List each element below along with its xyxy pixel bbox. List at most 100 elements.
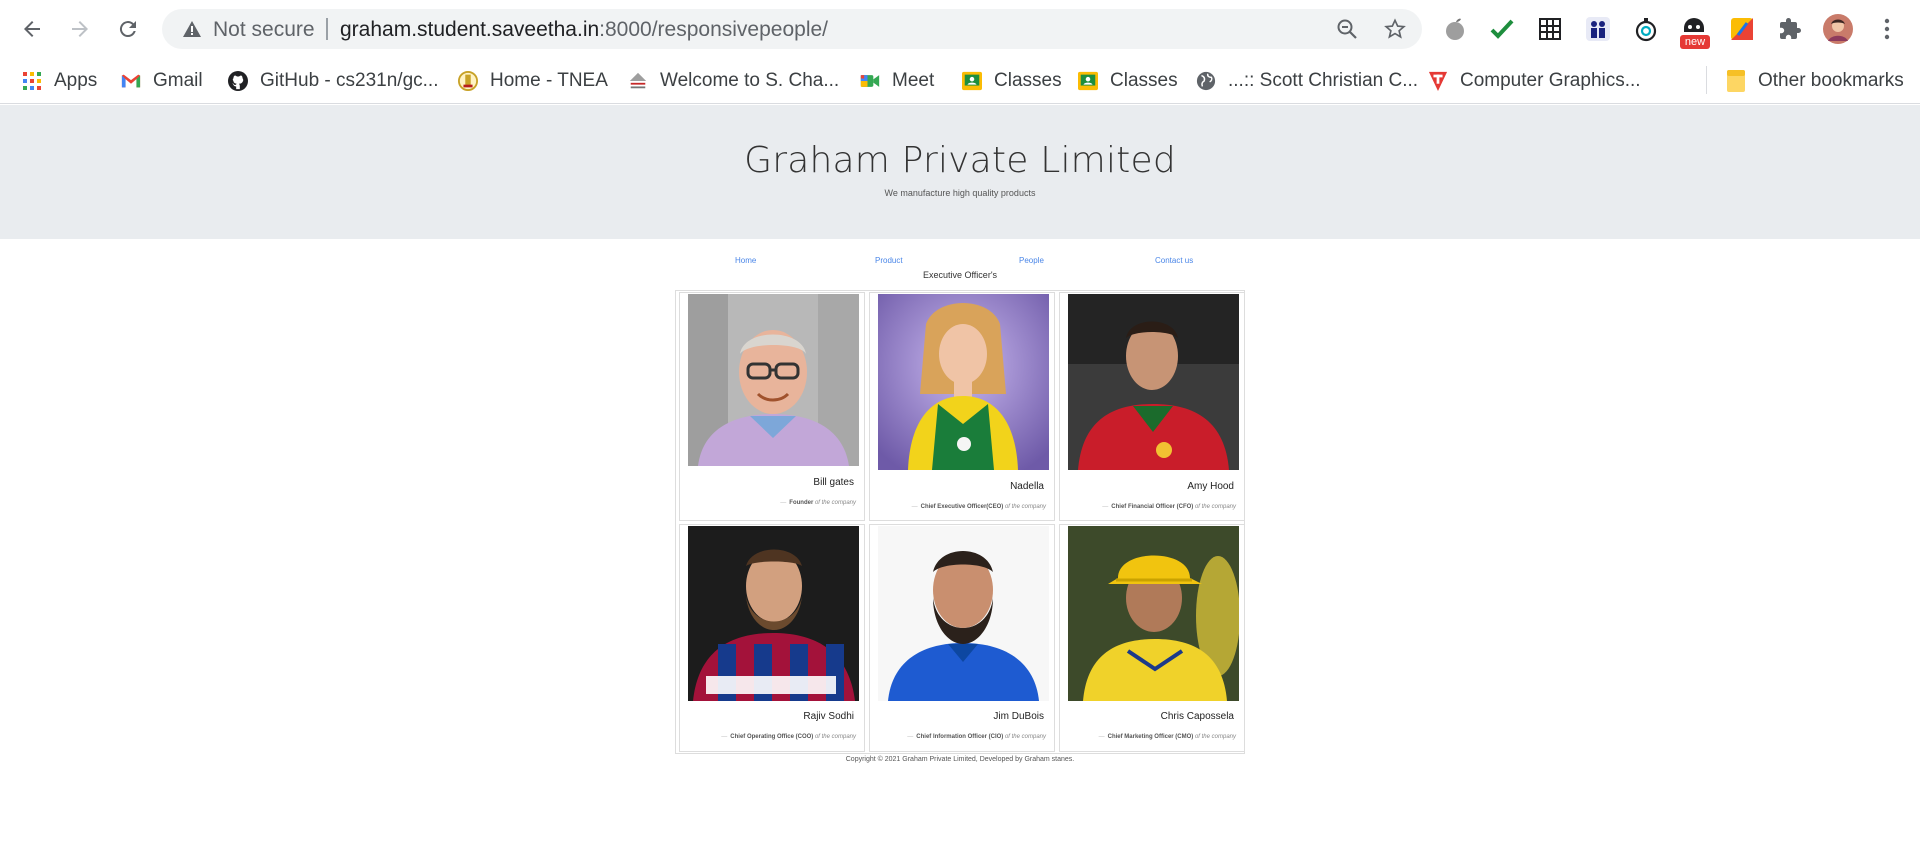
bookmark-welcome[interactable]: Welcome to S. Cha... <box>628 66 839 96</box>
person-card: Jim DuBois — Chief Information Officer (C… <box>869 524 1055 752</box>
reload-icon[interactable] <box>110 11 146 47</box>
person-name: Rajiv Sodhi <box>803 711 854 722</box>
person-photo <box>1068 526 1239 701</box>
bookmark-classes-1[interactable]: Classes <box>962 66 1062 96</box>
role-dash: — <box>1098 734 1105 740</box>
person-role: — Founder of the company <box>780 500 856 506</box>
nav-link-people[interactable]: People <box>1019 256 1044 265</box>
person-card: Rajiv Sodhi — Chief Operating Office (COO… <box>679 524 865 752</box>
bookmark-github[interactable]: GitHub - cs231n/gc... <box>228 66 438 96</box>
github-icon <box>228 71 248 91</box>
bookmark-label: Classes <box>994 70 1062 91</box>
address-bar[interactable]: Not secure graham.student.saveetha.in:80… <box>162 9 1422 49</box>
forward-icon[interactable] <box>62 11 98 47</box>
color-extension-icon[interactable] <box>1727 14 1757 44</box>
puzzle-extensions-icon[interactable] <box>1775 14 1805 44</box>
person-name: Amy Hood <box>1187 481 1234 492</box>
person-role: — Chief Operating Office (COO) of the com… <box>721 734 856 740</box>
zoom-icon[interactable] <box>1335 17 1359 41</box>
tutorialspoint-icon <box>1428 71 1448 91</box>
url-text[interactable]: graham.student.saveetha.in:8000/responsi… <box>340 18 828 42</box>
warning-icon[interactable] <box>182 19 202 39</box>
bookmark-label: Classes <box>1110 70 1178 91</box>
bookmark-label: Welcome to S. Cha... <box>660 70 840 91</box>
footer-copyright: Copyright © 2021 Graham Private Limited,… <box>845 756 1075 763</box>
person-card: Chris Capossela — Chief Marketing Officer… <box>1059 524 1245 752</box>
nav-link-contact[interactable]: Contact us <box>1155 256 1193 265</box>
role-dash: — <box>911 504 918 510</box>
grid-extension-icon[interactable] <box>1535 14 1565 44</box>
bookmark-computer-graphics[interactable]: Computer Graphics... <box>1428 66 1641 96</box>
classroom-icon <box>962 71 982 91</box>
nav-link-product[interactable]: Product <box>875 256 903 265</box>
bookmark-classes-2[interactable]: Classes <box>1078 66 1178 96</box>
role-title: Chief Information Officer (CIO) <box>916 734 1004 740</box>
role-dash: — <box>907 734 914 740</box>
role-suffix: of the company <box>1194 504 1236 510</box>
role-suffix: of the company <box>814 734 856 740</box>
people-extension-icon[interactable] <box>1583 14 1613 44</box>
bookmark-label: Meet <box>892 70 935 91</box>
person-card: Amy Hood — Chief Financial Officer (CFO) … <box>1059 292 1245 521</box>
nav-link-home[interactable]: Home <box>735 256 756 265</box>
globe-icon <box>1196 71 1216 91</box>
page-title: Graham Private Limited <box>744 140 1176 181</box>
role-title: Chief Financial Officer (CFO) <box>1111 504 1194 510</box>
role-title: Chief Executive Officer(CEO) <box>920 504 1004 510</box>
section-label: Executive Officer's <box>922 270 998 280</box>
role-suffix: of the company <box>1004 504 1046 510</box>
hero-banner: Graham Private Limited We manufacture hi… <box>0 105 1920 239</box>
back-icon[interactable] <box>14 11 50 47</box>
bookmark-tnea[interactable]: Home - TNEA <box>458 66 608 96</box>
role-suffix: of the company <box>1004 734 1046 740</box>
bookmarks-divider <box>1706 66 1707 94</box>
person-photo <box>688 526 859 701</box>
meet-icon <box>860 71 880 91</box>
bookmark-other[interactable]: Other bookmarks <box>1726 66 1904 96</box>
person-name: Bill gates <box>813 477 854 488</box>
bookmark-label: ...:: Scott Christian C... <box>1228 70 1419 91</box>
url-path: :8000/responsivepeople/ <box>599 18 829 41</box>
bookmark-label: Other bookmarks <box>1758 70 1904 91</box>
bookmark-scott[interactable]: ...:: Scott Christian C... <box>1196 66 1418 96</box>
security-label[interactable]: Not secure <box>213 18 315 42</box>
person-name: Chris Capossela <box>1160 711 1234 722</box>
person-card: Nadella — Chief Executive Officer(CEO) of… <box>869 292 1055 521</box>
people-grid: Bill gates — Founder of the company Nadel… <box>675 290 1245 754</box>
bookmark-apps[interactable]: Apps <box>22 66 97 96</box>
role-dash: — <box>780 500 787 506</box>
role-dash: — <box>721 734 728 740</box>
role-suffix: of the company <box>1194 734 1236 740</box>
person-photo <box>688 294 859 466</box>
checkmark-extension-icon[interactable] <box>1487 14 1517 44</box>
role-title: Founder <box>789 500 814 506</box>
address-divider <box>326 18 328 40</box>
classroom-icon <box>1078 71 1098 91</box>
apple-extension-icon[interactable] <box>1440 14 1470 44</box>
person-photo <box>878 526 1049 701</box>
person-photo <box>1068 294 1239 470</box>
person-role: — Chief Financial Officer (CFO) of the co… <box>1102 504 1236 510</box>
url-host: graham.student.saveetha.in <box>340 18 600 41</box>
college-logo-icon <box>628 71 648 91</box>
gmail-icon <box>121 71 141 91</box>
star-icon[interactable] <box>1383 17 1407 41</box>
bookmark-gmail[interactable]: Gmail <box>121 66 203 96</box>
menu-kebab-icon[interactable] <box>1872 14 1902 44</box>
person-role: — Chief Executive Officer(CEO) of the com… <box>912 504 1046 510</box>
bookmark-meet[interactable]: Meet <box>860 66 934 96</box>
browser-toolbar: Not secure graham.student.saveetha.in:80… <box>0 0 1920 58</box>
folder-icon <box>1726 70 1746 92</box>
bookmark-label: Home - TNEA <box>490 70 608 91</box>
role-title: Chief Marketing Officer (CMO) <box>1107 734 1194 740</box>
person-card: Bill gates — Founder of the company <box>679 292 865 521</box>
new-badge: new <box>1680 35 1710 49</box>
role-title: Chief Operating Office (COO) <box>730 734 814 740</box>
profile-avatar-icon[interactable] <box>1823 14 1853 44</box>
bookmark-label: GitHub - cs231n/gc... <box>260 70 439 91</box>
role-suffix: of the company <box>814 500 856 506</box>
bookmarks-bar: Apps Gmail GitHub - cs231n/gc... Home - … <box>0 58 1920 104</box>
timer-extension-icon[interactable] <box>1631 14 1661 44</box>
tnea-emblem-icon <box>458 71 478 91</box>
person-name: Nadella <box>1010 481 1044 492</box>
